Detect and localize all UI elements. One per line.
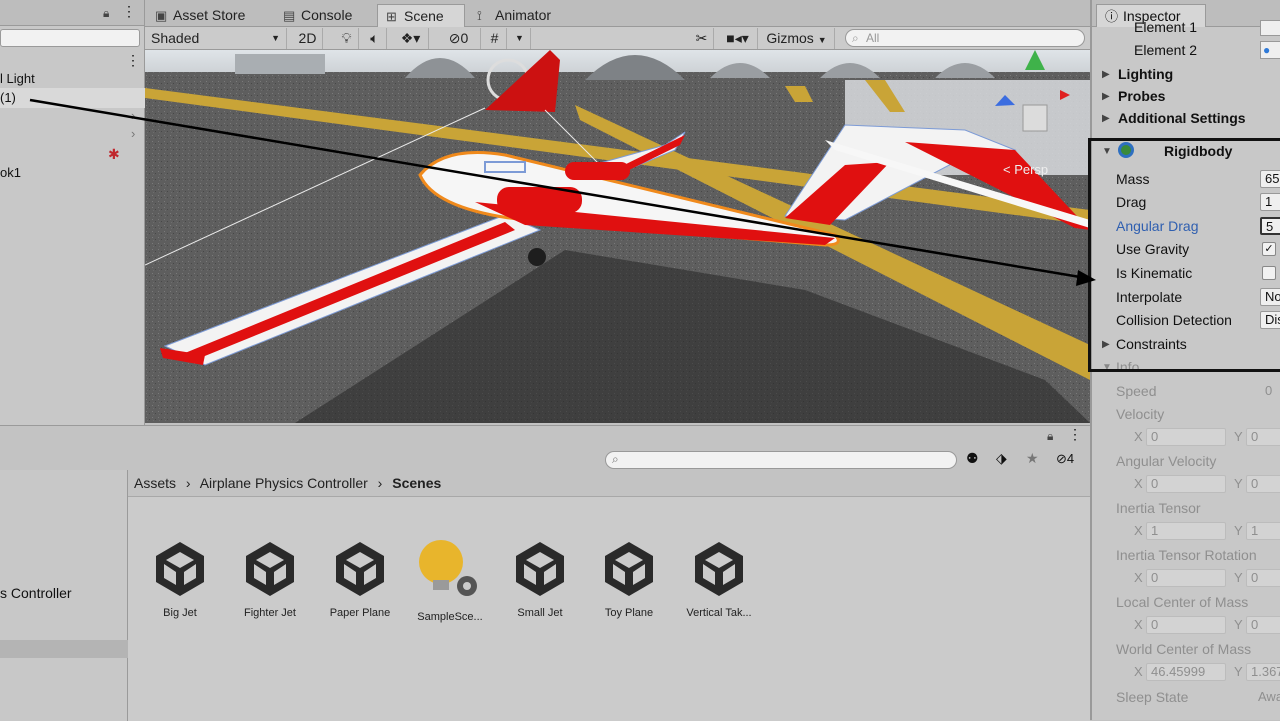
annotation-arrow-line: [29, 98, 1081, 279]
annotation-arrow: [29, 98, 1096, 286]
arrow-head-icon: [1076, 270, 1096, 286]
